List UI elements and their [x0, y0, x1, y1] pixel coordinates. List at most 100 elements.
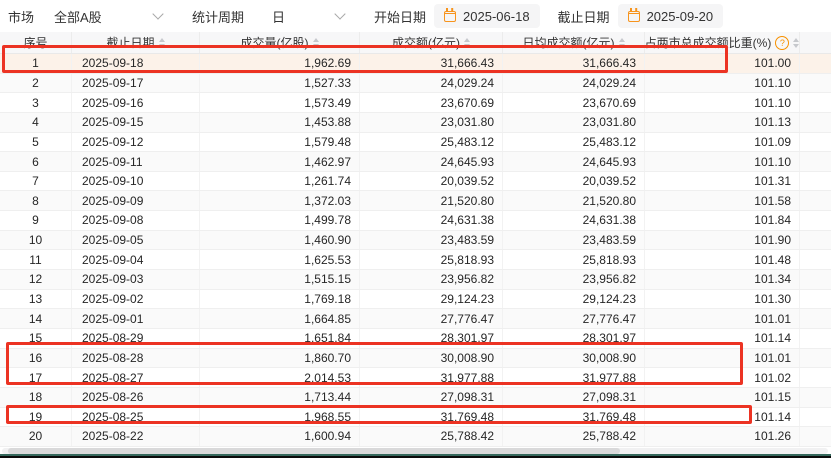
calendar-icon — [444, 11, 456, 22]
table-row: 162025-08-281,860.7030,008.9030,008.9010… — [0, 349, 831, 369]
table-row: 132025-09-021,769.1829,124.2329,124.2310… — [0, 290, 831, 310]
end-date-cell: 2025-09-18 — [72, 54, 200, 73]
volume-cell: 1,462.97 — [200, 152, 360, 171]
start-date-picker[interactable]: 2025-06-18 — [434, 4, 540, 28]
volume-cell: 1,713.44 — [200, 388, 360, 407]
row-index-cell: 20 — [0, 427, 72, 446]
help-question-icon[interactable]: ? — [775, 36, 789, 50]
volume-cell: 1,527.33 — [200, 74, 360, 93]
volume-cell: 1,600.94 — [200, 427, 360, 446]
table-header: 序号 截止日期 成交量(亿股)成交额(亿元) 日均成交额(亿元) 占两市总成交额比重(%… — [0, 32, 831, 54]
share-pct-cell: 101.14 — [645, 408, 800, 427]
share-pct-cell: 101.00 — [645, 54, 800, 73]
column-header-daily-avg-turnover[interactable]: 日均成交额(亿元) — [503, 32, 645, 53]
share-pct-cell: 101.10 — [645, 74, 800, 93]
spacer-cell — [800, 309, 831, 328]
turnover-cell: 25,818.93 — [360, 250, 503, 269]
column-header-volume[interactable]: 成交量(亿股) — [200, 32, 360, 53]
market-label: 市场 — [8, 7, 34, 26]
share-pct-cell: 101.84 — [645, 211, 800, 230]
share-pct-cell: 101.90 — [645, 231, 800, 250]
daily-avg-turnover-cell: 24,645.93 — [503, 152, 645, 171]
data-table: 序号 截止日期 成交量(亿股)成交额(亿元) 日均成交额(亿元) 占两市总成交额比重(%… — [0, 32, 831, 447]
period-label: 统计周期 — [192, 7, 244, 26]
daily-avg-turnover-cell: 20,039.52 — [503, 172, 645, 191]
end-date-cell: 2025-09-17 — [72, 74, 200, 93]
end-date-picker[interactable]: 2025-09-20 — [618, 4, 724, 28]
period-select-value: 日 — [272, 7, 285, 26]
daily-avg-turnover-cell: 29,124.23 — [503, 290, 645, 309]
row-index-cell: 12 — [0, 270, 72, 289]
spacer-cell — [800, 74, 831, 93]
share-pct-cell: 101.15 — [645, 388, 800, 407]
sort-carets-icon[interactable] — [619, 38, 625, 48]
spacer-cell — [800, 231, 831, 250]
daily-avg-turnover-cell: 31,666.43 — [503, 54, 645, 73]
volume-cell: 1,651.84 — [200, 329, 360, 348]
end-date-cell: 2025-09-05 — [72, 231, 200, 250]
share-pct-cell: 101.26 — [645, 427, 800, 446]
table-row: 42025-09-151,453.8823,031.8023,031.80101… — [0, 113, 831, 133]
spacer-cell — [800, 211, 831, 230]
column-header-label: 日均成交额(亿元) — [523, 34, 615, 51]
table-row: 102025-09-051,460.9023,483.5923,483.5910… — [0, 231, 831, 251]
sort-carets-icon[interactable] — [313, 38, 319, 48]
end-date-cell: 2025-09-02 — [72, 290, 200, 309]
share-pct-cell: 101.14 — [645, 329, 800, 348]
column-header-turnover[interactable]: 成交额(亿元) — [360, 32, 503, 53]
daily-avg-turnover-cell: 27,776.47 — [503, 309, 645, 328]
volume-cell: 1,962.69 — [200, 54, 360, 73]
daily-avg-turnover-cell: 28,301.97 — [503, 329, 645, 348]
turnover-cell: 24,631.38 — [360, 211, 503, 230]
spacer-cell — [800, 329, 831, 348]
turnover-cell: 23,483.59 — [360, 231, 503, 250]
end-date-cell: 2025-09-01 — [72, 309, 200, 328]
table-row: 72025-09-101,261.7420,039.5220,039.52101… — [0, 172, 831, 192]
turnover-cell: 23,031.80 — [360, 113, 503, 132]
volume-cell: 1,372.03 — [200, 191, 360, 210]
column-header-share-pct[interactable]: 占两市总成交额比重(%)? — [645, 32, 800, 53]
row-index-cell: 2 — [0, 74, 72, 93]
table-body: 12025-09-181,962.6931,666.4331,666.43101… — [0, 54, 831, 447]
end-date-cell: 2025-09-04 — [72, 250, 200, 269]
column-header-label: 占两市总成交额比重(%) — [645, 34, 771, 51]
row-index-cell: 17 — [0, 368, 72, 387]
share-pct-cell: 101.10 — [645, 93, 800, 112]
sort-carets-icon[interactable] — [159, 38, 165, 48]
volume-cell: 1,664.85 — [200, 309, 360, 328]
end-date-cell: 2025-09-10 — [72, 172, 200, 191]
turnover-cell: 20,039.52 — [360, 172, 503, 191]
sort-carets-icon[interactable] — [464, 38, 470, 48]
market-select[interactable]: 全部A股 — [44, 3, 172, 29]
row-index-cell: 1 — [0, 54, 72, 73]
column-header-row-index: 序号 — [0, 32, 72, 53]
column-header-end-date[interactable]: 截止日期 — [72, 32, 200, 53]
end-date-cell: 2025-09-11 — [72, 152, 200, 171]
row-index-cell: 6 — [0, 152, 72, 171]
sort-carets-icon[interactable] — [793, 38, 799, 48]
spacer-cell — [800, 191, 831, 210]
column-header-spacer — [800, 32, 831, 53]
end-date-value: 2025-09-20 — [647, 9, 714, 24]
daily-avg-turnover-cell: 25,818.93 — [503, 250, 645, 269]
table-row: 12025-09-181,962.6931,666.4331,666.43101… — [0, 54, 831, 74]
spacer-cell — [800, 152, 831, 171]
turnover-cell: 25,788.42 — [360, 427, 503, 446]
period-select[interactable]: 日 — [262, 3, 354, 29]
table-row: 172025-08-272,014.5331,977.8831,977.8810… — [0, 368, 831, 388]
column-header-label: 截止日期 — [106, 34, 154, 51]
table-row: 112025-09-041,625.5325,818.9325,818.9310… — [0, 250, 831, 270]
share-pct-cell: 101.02 — [645, 368, 800, 387]
daily-avg-turnover-cell: 31,977.88 — [503, 368, 645, 387]
spacer-cell — [800, 349, 831, 368]
table-row: 182025-08-261,713.4427,098.3127,098.3110… — [0, 388, 831, 408]
share-pct-cell: 101.01 — [645, 349, 800, 368]
row-index-cell: 15 — [0, 329, 72, 348]
table-row: 202025-08-221,600.9425,788.4225,788.4210… — [0, 427, 831, 447]
share-pct-cell: 101.13 — [645, 113, 800, 132]
turnover-cell: 30,008.90 — [360, 349, 503, 368]
daily-avg-turnover-cell: 25,483.12 — [503, 133, 645, 152]
turnover-cell: 31,769.48 — [360, 408, 503, 427]
table-row: 22025-09-171,527.3324,029.2424,029.24101… — [0, 74, 831, 94]
table-row: 52025-09-121,579.4825,483.1225,483.12101… — [0, 133, 831, 153]
